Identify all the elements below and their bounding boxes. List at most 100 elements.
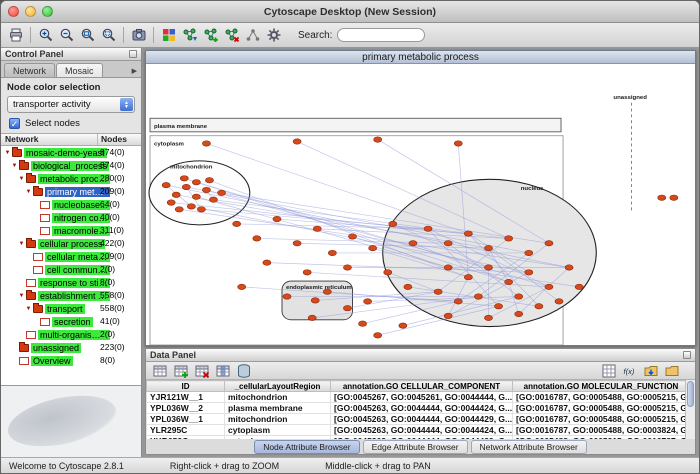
database-icon[interactable] [233, 360, 254, 381]
network-node[interactable] [364, 299, 372, 304]
network-node[interactable] [409, 241, 417, 246]
print-icon[interactable] [5, 25, 26, 46]
network-node[interactable] [293, 241, 301, 246]
network-node[interactable] [167, 200, 175, 205]
tree-row[interactable]: ▼mosaic-demo-yeast874(0) [1, 146, 141, 159]
network-node[interactable] [444, 265, 452, 270]
window-titlebar[interactable]: Cytoscape Desktop (New Session) [1, 1, 699, 23]
network-node[interactable] [515, 311, 523, 316]
tab-network[interactable]: Network [4, 63, 55, 77]
network-node[interactable] [308, 315, 316, 320]
network-node[interactable] [182, 184, 190, 189]
table-cell[interactable]: mitochondrion [225, 392, 331, 403]
network-node[interactable] [545, 241, 553, 246]
new-attribute-icon[interactable] [170, 360, 191, 381]
network-node[interactable] [384, 270, 392, 275]
network-node[interactable] [175, 207, 183, 212]
tab-network-attribute-browser[interactable]: Network Attribute Browser [471, 440, 587, 454]
network-node[interactable] [444, 241, 452, 246]
table-cell[interactable]: YPL036W__2 [147, 403, 225, 414]
tree-row[interactable]: ▼establishment of lo...558(0) [1, 289, 141, 302]
tree-row[interactable]: multi-organism pro...2(0) [1, 328, 141, 341]
column-header[interactable]: annotation.GO CELLULAR_COMPONENT [331, 381, 513, 392]
network-node[interactable] [374, 137, 382, 142]
table-cell[interactable]: [GO:0045263, GO:0044444, GO:0044424, G..… [331, 425, 513, 436]
network-node[interactable] [348, 234, 356, 239]
table-row[interactable]: YJR121W__1mitochondrion[GO:0045267, GO:0… [147, 392, 690, 403]
network-node[interactable] [545, 284, 553, 289]
network-node[interactable] [505, 279, 513, 284]
network-node[interactable] [187, 204, 195, 209]
import-table-icon[interactable] [640, 360, 661, 381]
network-node[interactable] [273, 216, 281, 221]
network-canvas[interactable]: plasma membranecytoplasmmitochondrionnuc… [146, 64, 695, 345]
table-cell[interactable]: [GO:0016787, GO:0005488, GO:0005215, G..… [513, 414, 690, 425]
table-cell[interactable]: cytoplasm [225, 436, 331, 440]
network-node[interactable] [464, 231, 472, 236]
folder-icon[interactable] [661, 360, 682, 381]
table-cell[interactable]: mitochondrion [225, 414, 331, 425]
network-node[interactable] [555, 299, 563, 304]
zoom-selected-icon[interactable] [77, 25, 98, 46]
network-node[interactable] [565, 265, 573, 270]
expander-icon[interactable]: ▼ [17, 293, 26, 299]
expander-icon[interactable]: ▼ [3, 150, 12, 156]
network-node[interactable] [253, 236, 261, 241]
table-cell[interactable]: [GO:0016787, GO:0005488, GO:0003824, G..… [513, 425, 690, 436]
column-header[interactable]: ID [147, 381, 225, 392]
tree-item-label[interactable]: mosaic-demo-yeast [24, 148, 107, 158]
network-column-header[interactable]: Network [1, 134, 98, 145]
network-node[interactable] [389, 221, 397, 226]
table-cell[interactable]: YPL036W__1 [147, 414, 225, 425]
tree-row[interactable]: secretion41(0) [1, 315, 141, 328]
tab-node-attribute-browser[interactable]: Node Attribute Browser [254, 440, 359, 454]
network-node[interactable] [323, 289, 331, 294]
network-node[interactable] [404, 284, 412, 289]
vizmapper-icon[interactable] [158, 25, 179, 46]
network-node[interactable] [238, 284, 246, 289]
expander-icon[interactable]: ▼ [17, 176, 26, 182]
table-row[interactable]: YPL036W__1mitochondrion[GO:0045263, GO:0… [147, 414, 690, 425]
network-node[interactable] [209, 197, 217, 202]
tree-row[interactable]: nucleobase...64(0) [1, 198, 141, 211]
float-panel-icon[interactable] [683, 351, 691, 359]
expander-icon[interactable]: ▼ [24, 189, 33, 195]
network-node[interactable] [495, 304, 503, 309]
snapshot-icon[interactable] [128, 25, 149, 46]
network-node[interactable] [202, 187, 210, 192]
network-node[interactable] [670, 195, 678, 200]
network-node[interactable] [505, 236, 513, 241]
network-node[interactable] [399, 323, 407, 328]
network-node[interactable] [180, 176, 188, 181]
tree-item-label[interactable]: Overview [31, 356, 73, 366]
network-node[interactable] [454, 141, 462, 146]
tree-row[interactable]: nitrogen compo...40(0) [1, 211, 141, 224]
table-cell[interactable]: [GO:0016787, GO:0005488, GO:0005215, G..… [513, 392, 690, 403]
table-cell[interactable]: plasma membrane [225, 403, 331, 414]
tree-row[interactable]: Overview8(0) [1, 354, 141, 367]
network-node[interactable] [311, 298, 319, 303]
table-cell[interactable]: YLR295C [147, 425, 225, 436]
table-row[interactable]: YLR295Ccytoplasm[GO:0045263, GO:0044444,… [147, 425, 690, 436]
expander-icon[interactable]: ▼ [10, 163, 19, 169]
network-node[interactable] [343, 305, 351, 310]
network-node[interactable] [218, 190, 226, 195]
network-node[interactable] [658, 195, 666, 200]
table-cell[interactable]: [GO:0005488, GO:0005215, GO:0016787, G..… [513, 436, 690, 440]
minimize-button[interactable] [25, 6, 36, 17]
tree-item-label[interactable]: transport [45, 304, 85, 314]
network-node[interactable] [233, 221, 241, 226]
tree-row[interactable]: ▼primary metab...209(0) [1, 185, 141, 198]
network-node[interactable] [359, 321, 367, 326]
tree-row[interactable]: cell communica...2(0) [1, 263, 141, 276]
tree-row[interactable]: ▼metabolic process280(0) [1, 172, 141, 185]
network-node[interactable] [293, 139, 301, 144]
table-cell[interactable]: YKR052C [147, 436, 225, 440]
matrix-icon[interactable] [598, 360, 619, 381]
expander-icon[interactable]: ▼ [17, 241, 26, 247]
network-node[interactable] [192, 194, 200, 199]
zoom-fit-icon[interactable] [98, 25, 119, 46]
network-node[interactable] [162, 182, 170, 187]
network-node[interactable] [197, 207, 205, 212]
region-plasma-membrane[interactable] [150, 118, 561, 132]
